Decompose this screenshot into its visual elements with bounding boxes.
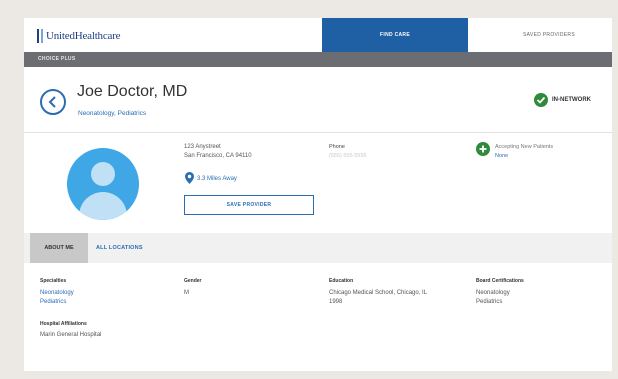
hospital-affiliation-value: Marin General Hospital (40, 332, 102, 338)
brand-name: UnitedHealthcare (46, 30, 121, 42)
phone-number[interactable]: (555) 555-5555 (329, 153, 367, 159)
back-button[interactable] (40, 89, 66, 115)
save-provider-button[interactable]: SAVE PROVIDER (184, 195, 314, 215)
avatar-body (79, 192, 127, 220)
logo-mark-icon (37, 29, 43, 43)
address-line-2: San Francisco, CA 94110 (184, 153, 252, 159)
provider-card: UnitedHealthcare FIND CARE SAVED PROVIDE… (24, 18, 612, 371)
accepting-patients-label: Accepting New Patients (495, 144, 554, 150)
avatar-head (91, 162, 115, 186)
board-certification-item: Neonatology (476, 290, 510, 296)
education-label: Education (329, 278, 354, 284)
checkmark-circle-icon (534, 93, 548, 107)
nav-find-care-tab[interactable]: FIND CARE (322, 18, 468, 52)
education-year: 1998 (329, 299, 343, 305)
specialty-item[interactable]: Neonatology (40, 289, 74, 298)
chevron-left-icon (48, 96, 56, 108)
gender-value: M (184, 290, 189, 296)
tab-all-locations[interactable]: ALL LOCATIONS (96, 233, 143, 263)
plus-circle-icon (476, 142, 490, 156)
hospital-affiliations-label: Hospital Affiliations (40, 321, 87, 327)
board-certifications-label: Board Certifications (476, 278, 524, 284)
map-pin-icon (185, 172, 194, 184)
section-divider (24, 132, 612, 133)
accepting-patients-value: None (495, 153, 509, 159)
network-status-label: IN-NETWORK (552, 97, 591, 103)
tab-about-me[interactable]: ABOUT ME (30, 233, 88, 263)
specialty-item[interactable]: Pediatrics (40, 298, 66, 307)
nav-saved-providers-tab[interactable]: SAVED PROVIDERS (494, 18, 604, 52)
doctor-specialties-link[interactable]: Neonatology, Pediatrics (78, 110, 146, 117)
plan-subheader: CHOICE PLUS (24, 52, 612, 67)
doctor-name: Joe Doctor, MD (77, 83, 188, 100)
address-line-1: 123 Anystreet (184, 144, 221, 150)
distance-link[interactable]: 3.3 Miles Away (197, 176, 237, 182)
network-status-badge: IN-NETWORK (534, 93, 591, 107)
phone-label: Phone (329, 144, 345, 150)
gender-label: Gender (184, 278, 202, 284)
avatar (67, 148, 139, 220)
top-navigation-bar: UnitedHealthcare FIND CARE SAVED PROVIDE… (24, 18, 612, 52)
specialties-label: Specialties (40, 278, 67, 284)
board-certification-item: Pediatrics (476, 299, 503, 305)
brand-logo[interactable]: UnitedHealthcare (37, 29, 121, 43)
education-school: Chicago Medical School, Chicago, IL (329, 290, 428, 296)
